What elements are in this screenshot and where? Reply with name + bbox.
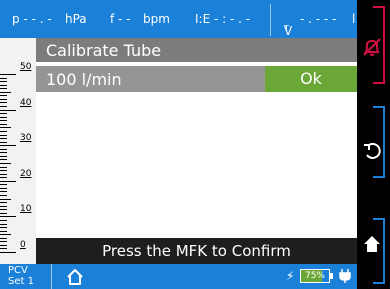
scale-tick	[0, 241, 7, 243]
scale-tick	[0, 159, 7, 161]
bottom-bar: PCV Set 1 ⚡ 75%	[0, 264, 357, 289]
mode-name: PCV	[8, 265, 28, 276]
undo-icon	[364, 142, 381, 159]
home-button[interactable]	[357, 190, 390, 286]
scale-tick	[0, 195, 7, 197]
scale-tick	[0, 223, 7, 225]
scale-tick	[0, 88, 7, 90]
scale-tick	[0, 91, 11, 93]
scale-tick	[0, 216, 16, 218]
scale-tick	[0, 209, 7, 211]
scale-tick	[0, 227, 7, 229]
scale-tick	[0, 198, 11, 200]
scale-tick	[0, 187, 7, 189]
scale-tick	[0, 237, 7, 239]
power-plug-icon	[339, 269, 351, 283]
scale-tick	[0, 138, 7, 140]
scale-tick	[0, 252, 16, 253]
undo-button[interactable]	[357, 100, 390, 180]
scale-tick	[0, 170, 7, 172]
scale-tick	[0, 141, 7, 143]
scale-tick	[0, 134, 7, 136]
scale-label: 0	[20, 240, 26, 250]
scale-tick	[0, 244, 7, 246]
battery-cap	[330, 273, 333, 279]
scale-tick	[0, 120, 7, 122]
scale-tick	[0, 191, 7, 193]
scale-tick	[0, 177, 7, 179]
ie-value: - : - . -	[214, 12, 251, 26]
scale-tick	[0, 173, 7, 175]
scale-label: 50	[20, 62, 32, 72]
scale-label: 40	[20, 97, 32, 108]
instruction-message: Press the MFK to Confirm	[36, 238, 357, 264]
home-icon	[364, 236, 380, 252]
alarm-mute-button[interactable]	[357, 0, 390, 84]
scale-tick	[0, 130, 7, 132]
scale-tick	[0, 163, 11, 164]
ventilation-mode[interactable]: PCV Set 1	[0, 264, 52, 289]
volume-unit: l	[352, 12, 356, 26]
frequency-unit: bpm	[143, 12, 170, 26]
scale-tick	[0, 84, 7, 86]
status-divider	[270, 4, 271, 36]
scale-tick	[0, 113, 7, 115]
battery-percent: 75%	[304, 271, 325, 281]
scale-tick	[0, 205, 7, 207]
scale-tick	[0, 166, 7, 168]
calibration-dialog: Calibrate Tube 100 l/min Ok	[36, 38, 357, 238]
battery-indicator: 75%	[300, 269, 330, 283]
charging-bolt-icon: ⚡	[286, 269, 295, 283]
scale-tick	[0, 123, 7, 125]
scale-tick	[0, 184, 7, 186]
scale-tick	[0, 234, 11, 236]
scale-tick	[0, 98, 7, 100]
volume-value: - . - - -	[300, 12, 337, 26]
scale-tick	[0, 219, 7, 221]
scale-tick	[0, 81, 7, 83]
scale-tick	[0, 202, 7, 204]
frequency-value: f - -	[110, 12, 131, 26]
scale-label: 10	[20, 204, 32, 215]
scale-tick	[0, 230, 7, 232]
scale-tick	[0, 145, 16, 147]
side-panel	[357, 0, 390, 289]
scale-tick	[0, 180, 16, 182]
ok-button[interactable]: Ok	[265, 66, 357, 92]
bell-off-icon	[363, 38, 381, 56]
calibration-value-row[interactable]: 100 l/min Ok	[36, 66, 357, 92]
scale-label: 20	[20, 168, 32, 179]
pressure-value: p - - . -	[12, 12, 52, 26]
dialog-title: Calibrate Tube	[36, 38, 357, 62]
scale-label: 30	[20, 133, 32, 144]
calibration-value: 100 l/min	[46, 70, 122, 89]
status-bar: p - - . - hPa f - - bpm I:E - : - . - VT…	[0, 0, 366, 38]
scale-tick	[0, 127, 11, 129]
scale-tick	[0, 148, 7, 150]
scale-tick	[0, 116, 7, 118]
scale-tick	[0, 77, 7, 79]
pressure-scale: 50 40 30 20 10 0	[0, 38, 36, 264]
scale-tick	[0, 109, 16, 111]
scale-tick	[0, 155, 7, 157]
pressure-unit: hPa	[65, 12, 87, 26]
scale-tick	[0, 95, 7, 97]
scale-tick	[0, 212, 7, 214]
scale-tick	[0, 152, 7, 154]
home-icon[interactable]	[66, 268, 84, 286]
ie-label: I:E	[195, 12, 211, 26]
mode-set: Set 1	[8, 276, 34, 287]
scale-tick	[0, 248, 7, 250]
scale-tick	[0, 106, 7, 108]
scale-tick	[0, 102, 7, 104]
scale-tick	[0, 74, 16, 75]
